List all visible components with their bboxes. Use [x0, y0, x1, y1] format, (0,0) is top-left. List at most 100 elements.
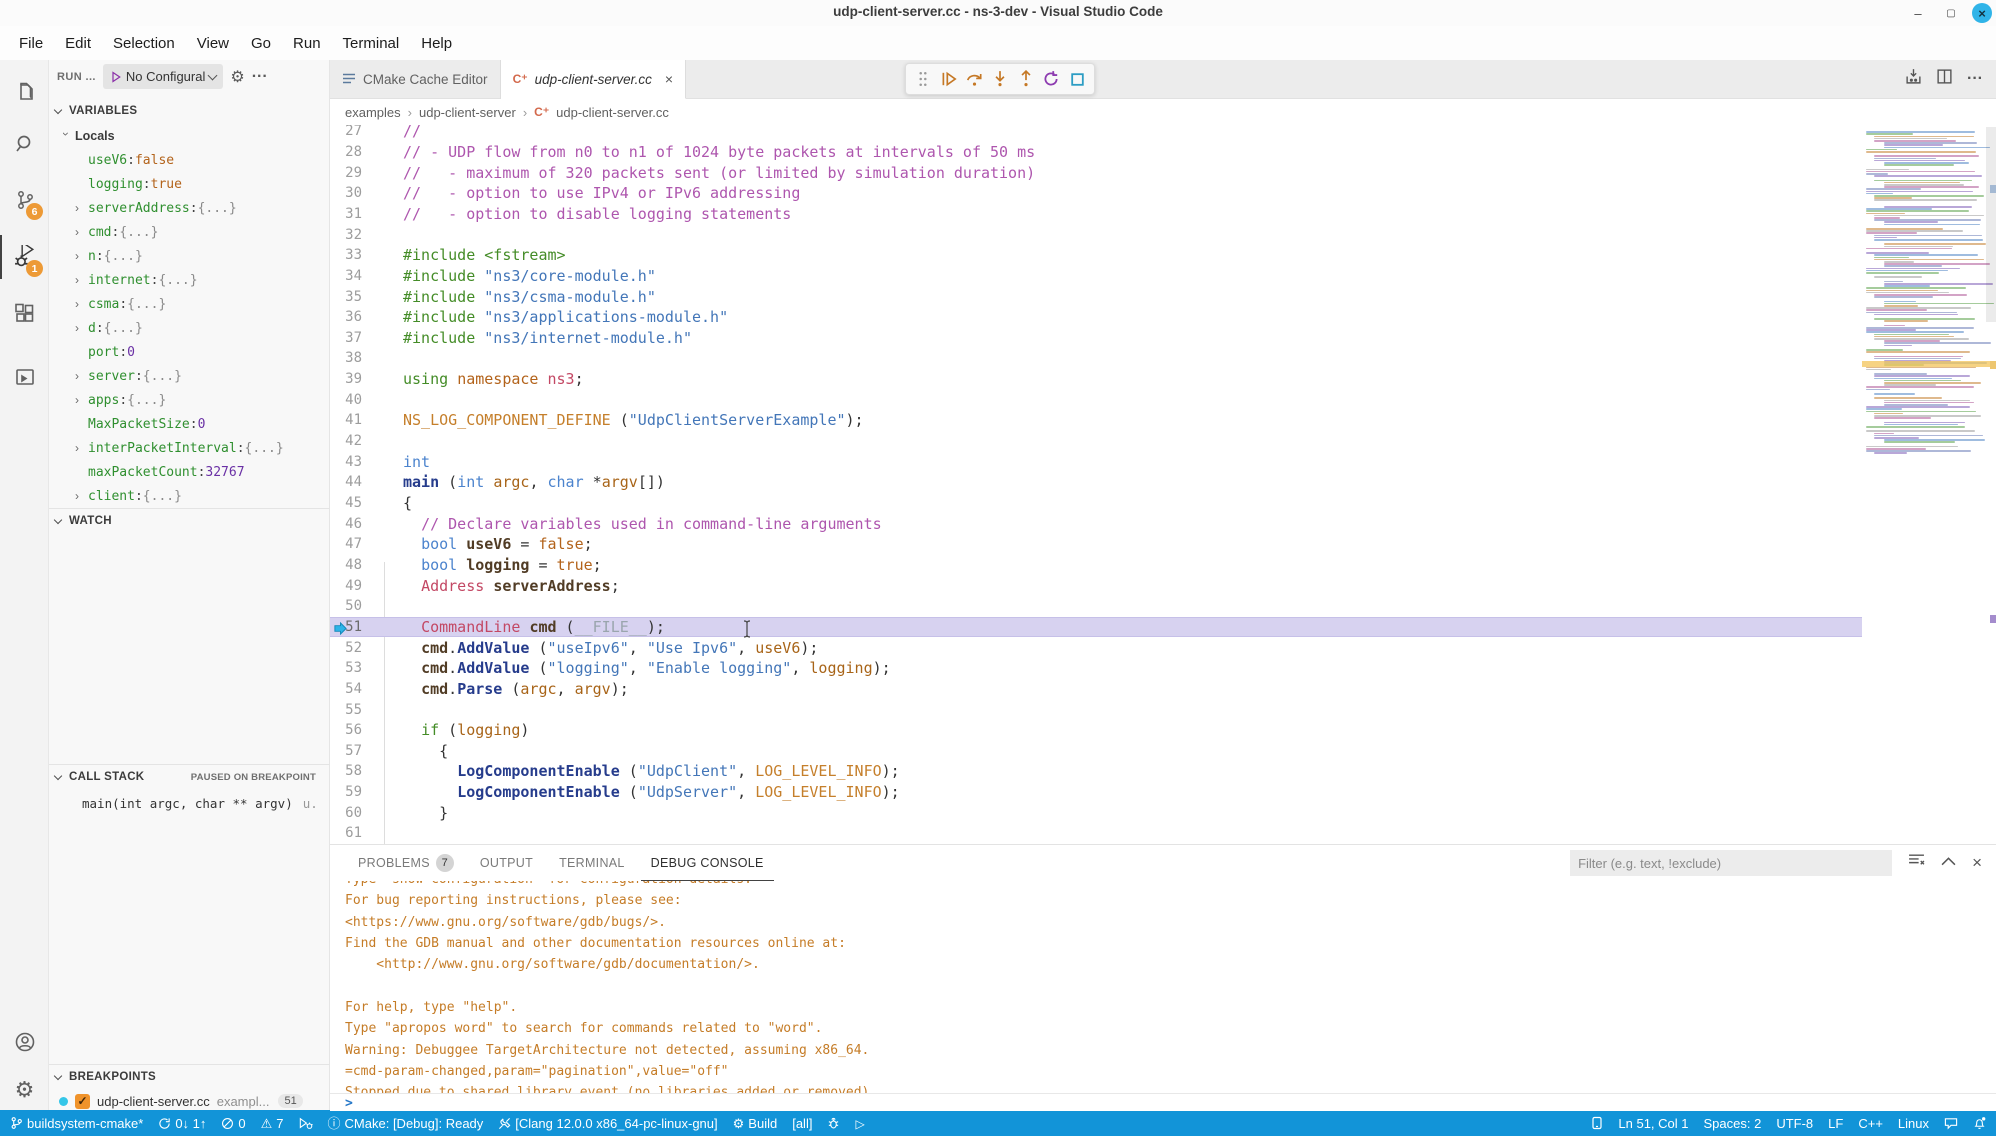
variable-row[interactable]: ›n: {...}: [49, 244, 330, 268]
line-number[interactable]: 36: [330, 309, 362, 325]
line-number[interactable]: 45: [330, 495, 362, 511]
status-warning-count[interactable]: ⚠7: [261, 1116, 284, 1131]
split-editor-icon[interactable]: [1936, 68, 1953, 90]
menu-terminal[interactable]: Terminal: [332, 35, 411, 52]
step-into-button[interactable]: [987, 65, 1013, 93]
tab-cmake-cache-editor[interactable]: CMake Cache Editor: [330, 60, 501, 99]
line-number[interactable]: 61: [330, 825, 362, 841]
variable-row[interactable]: ›server: {...}: [49, 364, 330, 388]
line-number[interactable]: 30: [330, 185, 362, 201]
breadcrumb-item[interactable]: examples: [345, 105, 401, 120]
variable-row[interactable]: ›cmd: {...}: [49, 220, 330, 244]
variables-section-header[interactable]: VARIABLES: [49, 100, 330, 122]
minimize-button[interactable]: –: [1908, 3, 1928, 23]
debug-console-filter-input[interactable]: [1570, 850, 1892, 876]
status-platform[interactable]: Linux: [1898, 1116, 1929, 1131]
line-number[interactable]: 41: [330, 412, 362, 428]
variable-row[interactable]: ›client: {...}: [49, 484, 330, 508]
variable-row[interactable]: MaxPacketSize: 0: [49, 412, 330, 436]
status-cmake-debug[interactable]: [827, 1117, 840, 1130]
manage-gear-icon[interactable]: ⚙: [0, 1068, 49, 1112]
step-out-button[interactable]: [1013, 65, 1039, 93]
variable-row[interactable]: logging: true: [49, 172, 330, 196]
line-number[interactable]: 59: [330, 784, 362, 800]
line-number[interactable]: 32: [330, 227, 362, 243]
status-indentation[interactable]: Spaces: 2: [1704, 1116, 1762, 1131]
line-number[interactable]: 37: [330, 330, 362, 346]
source-control-icon[interactable]: 6: [0, 178, 49, 222]
line-number[interactable]: 31: [330, 206, 362, 222]
minimap[interactable]: [1862, 125, 1990, 844]
menu-edit[interactable]: Edit: [54, 35, 102, 52]
status-debug-indicator[interactable]: [299, 1117, 313, 1130]
menu-help[interactable]: Help: [410, 35, 463, 52]
variable-row[interactable]: port: 0: [49, 340, 330, 364]
status-feedback[interactable]: [1944, 1117, 1958, 1130]
close-panel-icon[interactable]: ×: [1972, 853, 1982, 873]
status-cmake-kit[interactable]: [Clang 12.0.0 x86_64-pc-linux-gnu]: [498, 1116, 717, 1131]
line-number[interactable]: 53: [330, 660, 362, 676]
test-explorer-icon[interactable]: [0, 355, 49, 399]
call-stack-section-header[interactable]: CALL STACK PAUSED ON BREAKPOINT: [49, 766, 330, 788]
line-number[interactable]: 39: [330, 371, 362, 387]
status-sync-changes[interactable]: 0↓ 1↑: [158, 1116, 206, 1131]
variable-row[interactable]: useV6: false: [49, 148, 330, 172]
line-number[interactable]: 50: [330, 598, 362, 614]
restart-button[interactable]: [1039, 65, 1065, 93]
debug-console-input-row[interactable]: >: [330, 1093, 1996, 1111]
debug-settings-gear-icon[interactable]: ⚙: [230, 67, 244, 87]
continue-button[interactable]: [936, 65, 962, 93]
stack-frame-row[interactable]: main(int argc, char ** argv) u.: [82, 792, 322, 814]
variable-row[interactable]: ›apps: {...}: [49, 388, 330, 412]
close-button[interactable]: ×: [1972, 3, 1992, 23]
status-error-count[interactable]: 0: [221, 1116, 245, 1131]
watch-section-header[interactable]: WATCH: [49, 510, 330, 532]
line-number[interactable]: 33: [330, 247, 362, 263]
account-icon[interactable]: [0, 1020, 49, 1064]
line-number[interactable]: 57: [330, 743, 362, 759]
line-number[interactable]: 34: [330, 268, 362, 284]
status-notifications[interactable]: [1973, 1116, 1986, 1130]
variable-row[interactable]: ›d: {...}: [49, 316, 330, 340]
line-number[interactable]: 52: [330, 640, 362, 656]
line-number[interactable]: 35: [330, 289, 362, 305]
line-number[interactable]: 28: [330, 144, 362, 160]
menu-run[interactable]: Run: [282, 35, 332, 52]
status-cursor-position[interactable]: Ln 51, Col 1: [1618, 1116, 1688, 1131]
maximize-button[interactable]: ▢: [1941, 3, 1961, 23]
search-icon[interactable]: [0, 122, 49, 166]
breakpoints-section-header[interactable]: BREAKPOINTS: [49, 1066, 330, 1088]
line-number[interactable]: 60: [330, 805, 362, 821]
explorer-icon[interactable]: [0, 70, 49, 114]
line-number[interactable]: 29: [330, 165, 362, 181]
tab-udp-client-server-cc[interactable]: C⁺udp-client-server.cc×: [501, 60, 686, 99]
download-tray-icon[interactable]: [1905, 68, 1922, 90]
variable-row[interactable]: ›interPacketInterval: {...}: [49, 436, 330, 460]
panel-tab-problems[interactable]: PROBLEMS7: [348, 846, 464, 881]
clear-console-icon[interactable]: [1908, 853, 1925, 873]
status-cmake-status[interactable]: ⓘCMake: [Debug]: Ready: [328, 1116, 484, 1131]
run-and-debug-icon[interactable]: 1: [0, 235, 49, 279]
status-remote-indicator[interactable]: [1591, 1116, 1603, 1130]
debug-configuration-dropdown[interactable]: No Configural: [103, 64, 224, 89]
breakpoint-checkbox[interactable]: ✓: [75, 1094, 90, 1109]
variable-row[interactable]: maxPacketCount: 32767: [49, 460, 330, 484]
breakpoint-row[interactable]: ✓ udp-client-server.cc exampl... 51: [59, 1090, 323, 1112]
status-eol[interactable]: LF: [1828, 1116, 1843, 1131]
stop-button[interactable]: [1064, 65, 1090, 93]
line-number[interactable]: 44: [330, 474, 362, 490]
menu-file[interactable]: File: [8, 35, 54, 52]
code-editor[interactable]: 27//28// - UDP flow from n0 to n1 of 102…: [330, 125, 1996, 844]
line-number[interactable]: 58: [330, 763, 362, 779]
locals-scope-row[interactable]: › Locals: [49, 124, 330, 148]
grip-handle[interactable]: [910, 65, 936, 93]
menu-selection[interactable]: Selection: [102, 35, 186, 52]
line-number[interactable]: 27: [330, 125, 362, 139]
maximize-panel-icon[interactable]: [1941, 854, 1956, 872]
line-number[interactable]: 40: [330, 392, 362, 408]
step-over-button[interactable]: [961, 65, 987, 93]
line-number[interactable]: 38: [330, 350, 362, 366]
line-number[interactable]: 43: [330, 454, 362, 470]
menu-view[interactable]: View: [186, 35, 240, 52]
status-cmake-build[interactable]: ⚙Build: [733, 1116, 778, 1131]
